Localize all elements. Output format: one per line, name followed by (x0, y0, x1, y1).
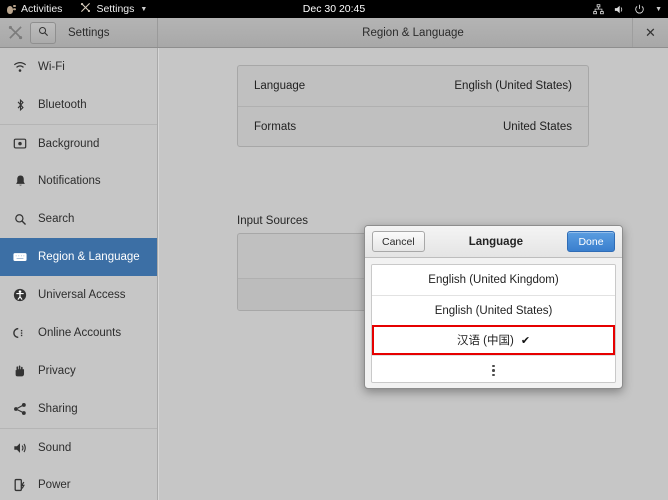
sidebar-item-label: Universal Access (38, 289, 126, 301)
settings-tools-icon (6, 24, 24, 42)
sidebar-item-label: Privacy (38, 365, 76, 377)
more-languages-row[interactable] (372, 355, 615, 382)
language-option-row[interactable]: English (United Kingdom) (372, 265, 615, 295)
sidebar-item-privacy[interactable]: Privacy (0, 352, 157, 390)
language-option-list[interactable]: English (United Kingdom) English (United… (371, 264, 616, 383)
sidebar-item-sound[interactable]: Sound (0, 428, 157, 466)
clock[interactable]: Dec 30 20:45 (303, 3, 365, 15)
sidebar-item-sharing[interactable]: Sharing (0, 390, 157, 428)
sidebar-item-bluetooth[interactable]: Bluetooth (0, 86, 157, 124)
wifi-icon (12, 59, 28, 75)
app-menu-button[interactable]: Settings ▼ (72, 0, 155, 18)
sidebar-item-label: Notifications (38, 175, 101, 187)
sidebar-item-label: Power (38, 479, 71, 491)
sound-icon (12, 440, 28, 456)
language-settings-card: Language English (United States) Formats… (237, 65, 589, 147)
dialog-header: Cancel Language Done (365, 226, 622, 258)
cloud-accounts-icon (12, 325, 28, 341)
language-option-row[interactable]: English (United States) (372, 295, 615, 325)
sidebar-item-label: Sharing (38, 403, 78, 415)
language-row[interactable]: Language English (United States) (238, 66, 588, 106)
power-icon (634, 4, 645, 15)
sidebar-item-label: Search (38, 213, 75, 225)
search-button[interactable] (30, 21, 56, 44)
caret-down-icon: ▼ (140, 5, 148, 13)
header-bar: Settings Region & Language ✕ (0, 18, 668, 48)
language-option-label: English (United Kingdom) (428, 274, 559, 286)
top-bar: Activities Settings ▼ Dec 30 20:45 ▼ (0, 0, 668, 18)
power-battery-icon (12, 477, 28, 493)
volume-icon (613, 4, 625, 15)
sidebar[interactable]: Wi-Fi Bluetooth Background Notifications (0, 48, 158, 500)
sidebar-item-label: Region & Language (38, 251, 140, 263)
accessibility-icon (12, 287, 28, 303)
language-row-label: Language (254, 80, 306, 92)
top-bar-status-area[interactable]: ▼ (593, 0, 662, 18)
sidebar-item-background[interactable]: Background (0, 124, 157, 162)
bell-icon (12, 173, 28, 189)
settings-tools-icon (80, 2, 91, 16)
sidebar-item-label: Online Accounts (38, 327, 122, 339)
formats-row[interactable]: Formats United States (238, 106, 588, 146)
activities-label: Activities (21, 3, 63, 15)
language-option-label: 汉语 (中国) (456, 335, 514, 347)
search-icon (12, 211, 28, 227)
sidebar-item-notifications[interactable]: Notifications (0, 162, 157, 200)
input-sources-heading: Input Sources (237, 215, 308, 227)
header-bar-right: Region & Language ✕ (158, 18, 668, 47)
activities-button[interactable]: Activities (0, 0, 72, 18)
top-bar-left: Activities Settings ▼ (0, 0, 155, 18)
sidebar-item-label: Bluetooth (38, 99, 87, 111)
header-bar-left: Settings (0, 18, 158, 47)
sidebar-item-search[interactable]: Search (0, 200, 157, 238)
cancel-button[interactable]: Cancel (372, 231, 425, 252)
background-icon (12, 136, 28, 152)
close-icon: ✕ (645, 24, 656, 40)
sidebar-item-wifi[interactable]: Wi-Fi (0, 48, 157, 86)
close-window-button[interactable]: ✕ (632, 18, 668, 47)
sidebar-item-label: Wi-Fi (38, 61, 65, 73)
main-content: Language English (United States) Formats… (159, 48, 668, 500)
gnome-foot-icon (7, 4, 16, 14)
sidebar-item-online-accounts[interactable]: Online Accounts (0, 314, 157, 352)
more-options-icon (492, 364, 495, 377)
done-button[interactable]: Done (567, 231, 615, 252)
check-icon: ✔ (520, 334, 531, 347)
formats-row-value: United States (502, 120, 572, 133)
dialog-title: Language (468, 235, 523, 248)
language-option-label: English (United States) (434, 304, 553, 317)
sidebar-title: Settings (68, 26, 110, 39)
search-icon (38, 24, 49, 42)
language-selection-dialog: Cancel Language Done English (United Kin… (364, 225, 623, 389)
sidebar-item-power[interactable]: Power (0, 466, 157, 500)
bluetooth-icon (12, 97, 28, 113)
chevron-down-icon[interactable]: ▼ (655, 6, 662, 13)
sidebar-item-region-language[interactable]: Region & Language (0, 238, 157, 276)
sidebar-item-label: Sound (38, 441, 72, 454)
formats-row-label: Formats (254, 120, 297, 133)
keyboard-icon (12, 249, 28, 265)
sidebar-item-label: Background (38, 137, 100, 150)
share-icon (12, 401, 28, 417)
page-title: Region & Language (362, 26, 464, 39)
sidebar-item-universal-access[interactable]: Universal Access (0, 276, 157, 314)
language-option-row-selected[interactable]: 汉语 (中国) ✔ (372, 325, 615, 355)
privacy-hand-icon (12, 363, 28, 379)
network-icon (593, 3, 604, 15)
language-row-value: English (United States) (454, 80, 572, 92)
app-menu-label: Settings (96, 3, 135, 15)
